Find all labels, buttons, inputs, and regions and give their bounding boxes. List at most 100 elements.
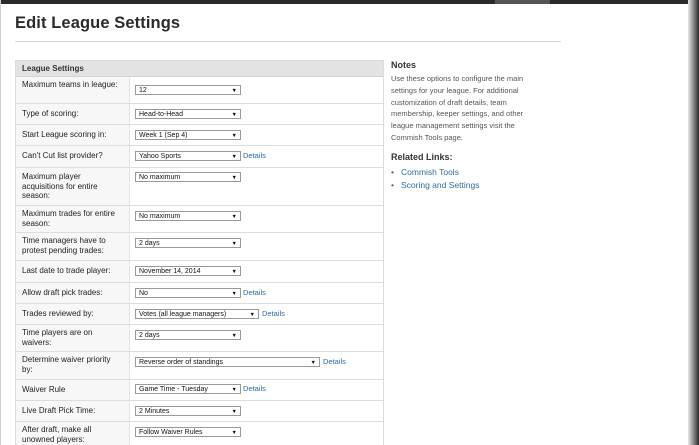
trade-deadline-select[interactable]: November 14, 2014 ▼ [135, 266, 241, 276]
row-label: Determine waiver priority by: [22, 355, 111, 374]
details-link[interactable]: Details [243, 151, 266, 161]
link-label: Scoring and Settings [401, 179, 480, 190]
dropdown-arrow-icon: ▼ [231, 333, 237, 339]
dropdown-arrow-icon: ▼ [231, 112, 237, 118]
select-value: Head-to-Head [139, 111, 183, 118]
select-value: Yahoo Sports [139, 153, 181, 160]
dropdown-arrow-icon: ▼ [231, 241, 237, 247]
select-value: Game Time - Tuesday [139, 386, 208, 393]
row-label: Can't Cut list provider? [22, 151, 103, 160]
row-label: Maximum trades for entire season: [22, 209, 115, 228]
start-scoring-select[interactable]: Week 1 (Sep 4) ▼ [135, 130, 241, 140]
max-teams-select[interactable]: 12 ▼ [135, 85, 241, 95]
draft-pick-trades-select[interactable]: No ▼ [135, 288, 241, 298]
row-label: Maximum player acquisitions for entire s… [22, 172, 98, 200]
settings-row-waiver-time: Time players are on waivers: 2 days ▼ [16, 325, 383, 352]
waiver-rule-select[interactable]: Game Time - Tuesday ▼ [135, 384, 241, 394]
notes-panel: Notes Use these options to configure the… [391, 60, 531, 192]
settings-header: League Settings [16, 61, 383, 77]
related-link-scoring-settings[interactable]: • Scoring and Settings [391, 179, 531, 192]
settings-row-draft-pick-trades: Allow draft pick trades: No ▼ Details [16, 283, 383, 304]
trade-review-select[interactable]: Votes (all league managers) ▼ [135, 309, 259, 319]
max-acquisitions-select[interactable]: No maximum ▼ [135, 172, 241, 182]
dropdown-arrow-icon: ▼ [231, 387, 237, 393]
row-field: 2 Minutes ▼ [129, 401, 383, 421]
row-field: Week 1 (Sep 4) ▼ [129, 125, 383, 145]
waiver-time-select[interactable]: 2 days ▼ [135, 330, 241, 340]
row-field: No maximum ▼ [129, 206, 383, 232]
select-value: Votes (all league managers) [139, 311, 227, 318]
settings-row-waiver-priority: Determine waiver priority by: Reverse or… [16, 352, 383, 380]
row-field: 2 days ▼ [129, 233, 383, 260]
select-value: Follow Waiver Rules [139, 429, 203, 436]
dropdown-arrow-icon: ▼ [231, 175, 237, 181]
row-field: Head-to-Head ▼ [129, 104, 383, 124]
dropdown-arrow-icon: ▼ [231, 133, 237, 139]
notes-body: Use these options to configure the main … [391, 74, 524, 142]
row-field: Yahoo Sports ▼ Details [129, 146, 383, 167]
settings-row-cant-cut-provider: Can't Cut list provider? Yahoo Sports ▼ … [16, 146, 383, 168]
top-bar-accent [495, 0, 550, 4]
settings-row-draft-pick-time: Live Draft Pick Time: 2 Minutes ▼ [16, 401, 383, 422]
dropdown-arrow-icon: ▼ [231, 214, 237, 220]
dropdown-arrow-icon: ▼ [310, 360, 316, 366]
dropdown-arrow-icon: ▼ [231, 269, 237, 275]
settings-row-trade-review: Trades reviewed by: Votes (all league ma… [16, 304, 383, 325]
settings-row-max-teams: Maximum teams in league: 12 ▼ [16, 77, 383, 104]
page-title: Edit League Settings [15, 14, 181, 32]
row-field: Follow Waiver Rules ▼ [129, 422, 383, 445]
settings-row-trade-deadline: Last date to trade player: November 14, … [16, 261, 383, 283]
row-label: Allow draft pick trades: [22, 288, 103, 297]
row-field: Game Time - Tuesday ▼ Details [129, 380, 383, 400]
protest-time-select[interactable]: 2 days ▼ [135, 238, 241, 248]
link-label: Commish Tools [401, 166, 459, 177]
dropdown-arrow-icon: ▼ [231, 409, 237, 415]
details-link[interactable]: Details [262, 309, 285, 319]
page: Edit League Settings League Settings Max… [0, 0, 699, 445]
max-trades-select[interactable]: No maximum ▼ [135, 211, 241, 221]
bullet-icon: • [391, 166, 394, 177]
select-value: 2 days [139, 240, 160, 247]
row-label: Maximum teams in league: [22, 80, 118, 89]
league-settings-panel: League Settings Maximum teams in league:… [15, 60, 384, 445]
row-label: After draft, make all unowned players: [22, 425, 92, 444]
notes-title: Notes [391, 60, 417, 70]
row-field: No maximum ▼ [129, 168, 383, 205]
dropdown-arrow-icon: ▼ [231, 291, 237, 297]
row-label: Start League scoring in: [22, 130, 107, 139]
row-field: Reverse order of standings ▼ Details [129, 352, 383, 379]
dropdown-arrow-icon: ▼ [249, 312, 255, 318]
draft-pick-time-select[interactable]: 2 Minutes ▼ [135, 406, 241, 416]
title-divider [15, 41, 561, 42]
related-links-title: Related Links: [391, 151, 453, 162]
select-value: 2 days [139, 332, 160, 339]
post-draft-players-select[interactable]: Follow Waiver Rules ▼ [135, 427, 241, 437]
settings-row-protest-time: Time managers have to protest pending tr… [16, 233, 383, 261]
details-link[interactable]: Details [243, 384, 266, 394]
dropdown-arrow-icon: ▼ [231, 88, 237, 94]
select-value: No maximum [139, 174, 181, 181]
bullet-icon: • [391, 179, 394, 190]
row-field: 12 ▼ [129, 77, 383, 103]
row-label: Trades reviewed by: [22, 309, 94, 318]
related-link-commish-tools[interactable]: • Commish Tools [391, 166, 531, 179]
scoring-type-select[interactable]: Head-to-Head ▼ [135, 109, 241, 119]
row-label: Time managers have to protest pending tr… [22, 236, 106, 255]
settings-row-max-trades: Maximum trades for entire season: No max… [16, 206, 383, 233]
details-link[interactable]: Details [243, 288, 266, 298]
cant-cut-provider-select[interactable]: Yahoo Sports ▼ [135, 151, 241, 161]
row-label: Type of scoring: [22, 109, 79, 118]
select-value: No [139, 290, 148, 297]
settings-row-post-draft-players: After draft, make all unowned players: F… [16, 422, 383, 445]
row-field: 2 days ▼ [129, 325, 383, 351]
row-label: Live Draft Pick Time: [22, 406, 96, 415]
row-label: Time players are on waivers: [22, 328, 93, 347]
row-field: No ▼ Details [129, 283, 383, 303]
row-field: November 14, 2014 ▼ [129, 261, 383, 282]
waiver-priority-select[interactable]: Reverse order of standings ▼ [135, 357, 320, 367]
dropdown-arrow-icon: ▼ [231, 154, 237, 160]
select-value: No maximum [139, 213, 181, 220]
details-link[interactable]: Details [323, 357, 346, 367]
related-links-list: • Commish Tools • Scoring and Settings [391, 166, 531, 192]
dropdown-arrow-icon: ▼ [231, 430, 237, 436]
